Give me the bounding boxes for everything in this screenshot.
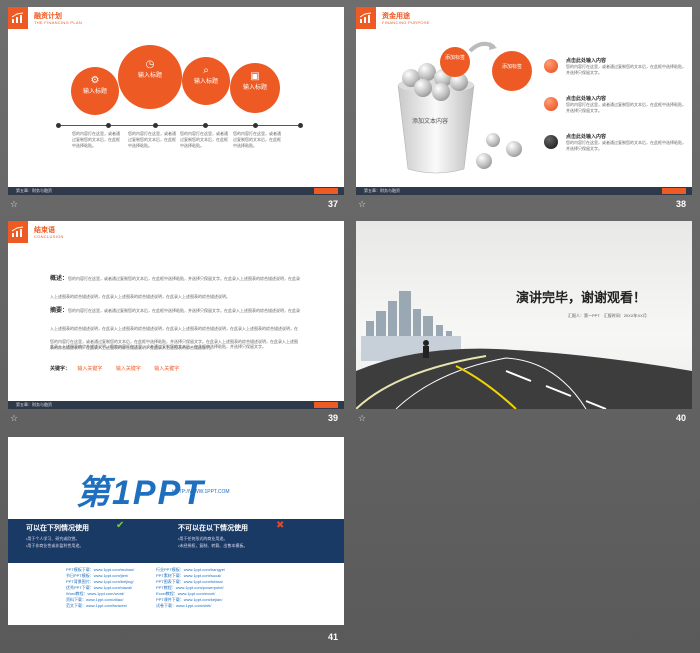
- clock-icon: ◷: [145, 59, 155, 70]
- timeline-dot: [106, 123, 111, 128]
- logo-url[interactable]: HTTP://WWW.1PPT.COM: [172, 489, 230, 495]
- search-icon: ⌕: [203, 65, 209, 76]
- slide-footer: 第五章：财务与融资: [356, 187, 692, 195]
- page-number: 41: [328, 632, 339, 642]
- closing-title: 演讲完毕，谢谢观看！: [516, 290, 647, 305]
- description-2: 您的内容打在这里，或者通过复制您的文本后，在此框中选择粘贴。: [128, 131, 176, 148]
- description-1: 您的内容打在这里，或者通过复制您的文本后，在此框中选择粘贴。: [72, 131, 120, 148]
- circle-2[interactable]: ◷ 输入标题: [118, 45, 182, 109]
- presenter-meta: 汇报人：第一PPT 汇报时间：20XX年XX月: [568, 313, 647, 318]
- circle-3[interactable]: ⌕ 输入标题: [182, 57, 230, 105]
- info-item-2: 点击此处输入内容 您的内容打在这里，或者通过复制您的文本后，在此框中选择粘贴，并…: [566, 96, 686, 113]
- footer-text: 第五章：财务与融资: [16, 402, 52, 407]
- usage-banner: 可以在下列情况使用 ✔ •用于个人学习、研究或欣赏。 •用于非商业性或非盈利性用…: [8, 519, 344, 563]
- cross-icon: ✖: [276, 520, 285, 531]
- star-icon[interactable]: ☆: [358, 199, 366, 210]
- check-icon: ✔: [116, 520, 125, 531]
- description-3: 您的内容打在这里，或者通过复制您的文本后，在此框中选择粘贴。: [180, 131, 228, 148]
- cannot-title: 不可以在以下情况使用: [178, 525, 248, 532]
- dark-bullet: [544, 135, 558, 149]
- gray-ball: [506, 141, 522, 157]
- keywords-row: 关键字： 输入关键字 输入关键字 输入关键字: [50, 366, 180, 372]
- page-number: 38: [676, 199, 687, 209]
- slide-41[interactable]: 第1PPT HTTP://WWW.1PPT.COM 可以在下列情况使用 ✔ •用…: [8, 437, 344, 625]
- timeline-dot: [298, 123, 303, 128]
- can-list: •用于个人学习、研究或欣赏。 •用于非商业性或非盈利性用途。: [26, 536, 84, 548]
- star-icon[interactable]: ☆: [10, 199, 18, 210]
- star-icon[interactable]: ☆: [358, 413, 366, 424]
- chart-icon: [356, 7, 376, 29]
- timeline-dot: [253, 123, 258, 128]
- chart-icon: [8, 221, 28, 243]
- orange-bullet: [544, 97, 558, 111]
- timeline-dot: [153, 123, 158, 128]
- info-item-3: 点击此处输入内容 您的内容打在这里，或者通过复制您的文本后，在此框中选择粘贴，并…: [566, 134, 686, 151]
- links-right[interactable]: 行业PPT模板：www.1ppt.com/hangye/PPT素材下载：www.…: [156, 567, 225, 609]
- nav-arrows[interactable]: [662, 188, 686, 194]
- cup-text: 添加文本内容: [412, 119, 449, 125]
- timeline-dot: [203, 123, 208, 128]
- gray-ball: [476, 153, 492, 169]
- slide-39[interactable]: 结束语 CONCLUSION 概述：您的内容打在这里，或者通过复制您的文本后，在…: [8, 221, 344, 409]
- slide-footer: 第五章：财务与融资: [8, 187, 344, 195]
- gray-ball: [432, 83, 450, 101]
- gray-ball: [486, 133, 500, 147]
- page-number: 37: [328, 199, 339, 209]
- slide-subtitle: FINANCING PURPOSE: [382, 20, 430, 25]
- gear-icon: ⚙: [90, 75, 100, 86]
- timeline-line: [58, 125, 298, 126]
- cannot-list: •用于任何形式的商业用途。 •未经授权，复制、转载、出售本模板。: [178, 536, 248, 548]
- slide-subtitle: CONCLUSION: [34, 234, 64, 239]
- can-title: 可以在下列情况使用: [26, 525, 89, 532]
- footer-text: 第五章：财务与融资: [364, 188, 400, 193]
- slide-footer: 第五章：财务与融资: [8, 401, 344, 409]
- orange-label-b[interactable]: 添加标签: [492, 51, 532, 91]
- links-left[interactable]: PPT模板下载：www.1ppt.com/moban/节日PPT模板：www.1…: [66, 567, 134, 609]
- page-number: 39: [328, 413, 339, 423]
- slide-40[interactable]: 演讲完毕，谢谢观看！ 汇报人：第一PPT 汇报时间：20XX年XX月: [356, 221, 692, 409]
- page-number: 40: [676, 413, 687, 423]
- circle-label: 输入标题: [82, 89, 107, 95]
- slide-37[interactable]: 融资计划 THE FINANCING PLAN ⚙ 输入标题 ◷ 输入标题 ⌕ …: [8, 7, 344, 195]
- circle-4[interactable]: ▣ 输入标题: [230, 63, 280, 113]
- circle-label: 输入标题: [193, 79, 218, 85]
- gray-ball: [414, 79, 432, 97]
- footer-text: 第五章：财务与融资: [16, 188, 52, 193]
- orange-bullet: [544, 59, 558, 73]
- timeline-dot: [56, 123, 61, 128]
- info-item-1: 点击此处输入内容 您的内容打在这里，或者通过复制您的文本后，在此框中选择粘贴，并…: [566, 58, 686, 75]
- summary-block: 概述：您的内容打在这里，或者通过复制您的文本后，在此框中选择粘贴，并选择只保留文…: [50, 276, 301, 299]
- slide-38[interactable]: 资金用途 FINANCING PURPOSE 添加文本内容 添加标签 添加标签 …: [356, 7, 692, 195]
- description-4: 您的内容打在这里，或者通过复制您的文本后，在此框中选择粘贴。: [233, 131, 281, 148]
- circle-1[interactable]: ⚙ 输入标题: [71, 67, 119, 115]
- extra-text: 您的内容打在这里，或者通过复制您的文本后，在此框中选择粘贴，并选择只保留文字。在…: [50, 339, 298, 350]
- nav-arrows[interactable]: [314, 188, 338, 194]
- orange-label-a[interactable]: 添加标签: [440, 47, 470, 77]
- slide-subtitle: THE FINANCING PLAN: [34, 20, 83, 25]
- circle-label: 输入标题: [137, 73, 162, 79]
- star-icon[interactable]: ☆: [10, 413, 18, 424]
- chart-icon: [8, 7, 28, 29]
- circle-label: 输入标题: [242, 85, 267, 91]
- nav-arrows[interactable]: [314, 402, 338, 408]
- box-icon: ▣: [250, 71, 260, 82]
- arrow-icon: [468, 39, 498, 53]
